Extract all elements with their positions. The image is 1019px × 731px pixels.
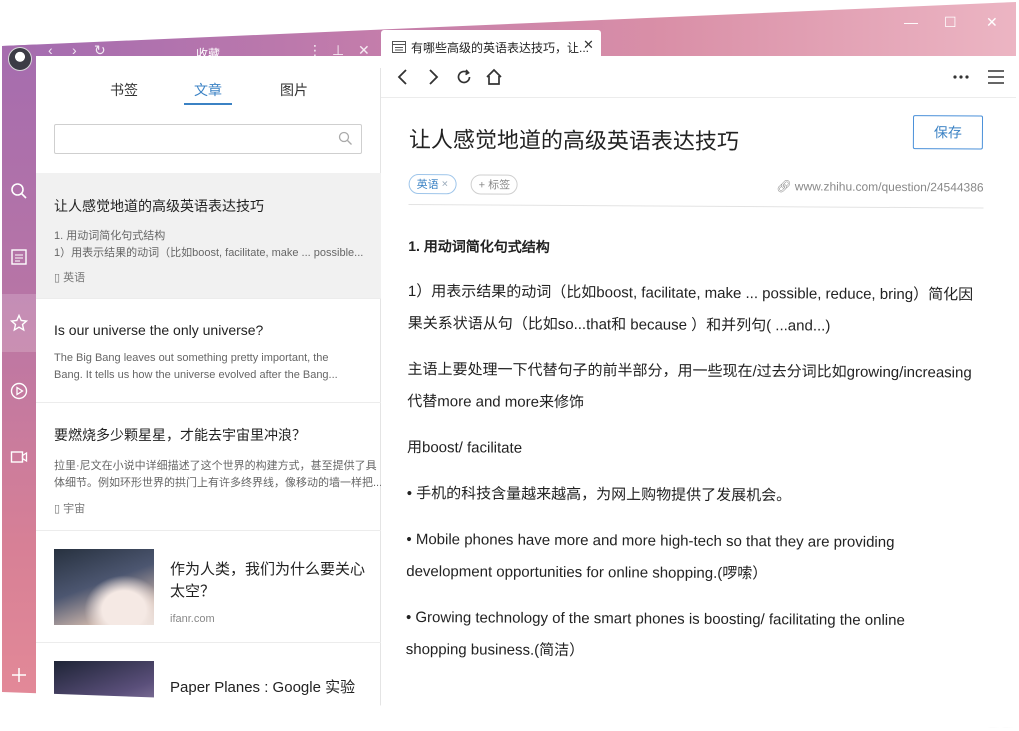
video-icon[interactable] <box>2 440 36 474</box>
paragraph-line: 代替more and more来修饰 <box>407 392 585 412</box>
avatar[interactable] <box>8 47 32 71</box>
article-content: 让人感觉地道的高级英语表达技巧 保存 英语 × + 标签 🔗︎ www.zhih… <box>406 115 984 659</box>
list-item[interactable]: 作为人类，我们为什么要关心 太空？ ifanr.com <box>36 531 381 643</box>
article-snippet: 体细节。例如环形世界的拱门上有许多终界线，像移动的墙一样把... <box>54 477 383 489</box>
article-tag: ▯ 宇宙 <box>54 503 86 515</box>
app-window: ‹ › ↻ 收藏 ⋮ ⊥ ✕ 书签 文章 图片 让人感觉地道的高级英语表达技巧 … <box>2 2 1016 728</box>
article-thumbnail <box>54 661 154 728</box>
sidebar-title: 收藏 <box>195 47 220 61</box>
article-snippet: 1. 用动词简化句式结构 <box>54 230 166 242</box>
search-icon[interactable] <box>2 174 36 208</box>
list-item[interactable]: 让人感觉地道的高级英语表达技巧 1. 用动词简化句式结构 1）用表示结果的动词（… <box>36 173 381 299</box>
nav-bar <box>381 56 1016 98</box>
article-snippet: 1）用表示结果的动词（比如boost, facilitate, make ...… <box>54 247 364 259</box>
paragraph: • Mobile phones have more and more high-… <box>406 524 981 592</box>
divider <box>408 203 984 209</box>
article-title-line: 作为人类，我们为什么要关心 <box>170 561 366 578</box>
tab-images[interactable]: 图片 <box>280 80 308 100</box>
close-window-icon[interactable]: ✕ <box>986 14 998 31</box>
tab-title: 有哪些高级的英语表达技巧，让... <box>411 41 590 55</box>
tag-label: 英语 <box>63 272 86 284</box>
paragraph-line: development opportunities for online sho… <box>406 562 768 583</box>
sidebar-panel: 书签 文章 图片 让人感觉地道的高级英语表达技巧 1. 用动词简化句式结构 1）… <box>36 68 383 728</box>
paragraph-line: shopping business.(简洁） <box>405 640 585 660</box>
maximize-icon[interactable]: ☐ <box>944 14 957 31</box>
list-item[interactable]: Paper Planes : Google 实验 <box>36 643 381 728</box>
article-title: 让人感觉地道的高级英语表达技巧 <box>54 198 264 214</box>
save-button[interactable]: 保存 <box>912 115 984 150</box>
paragraph: 用boost/ facilitate <box>406 438 523 457</box>
paragraph-line: 1）用表示结果的动词（比如boost, facilitate, make ...… <box>407 282 974 304</box>
minimize-icon[interactable]: — <box>904 14 918 30</box>
add-icon[interactable] <box>2 658 36 692</box>
browser-main: 让人感觉地道的高级英语表达技巧 保存 英语 × + 标签 🔗︎ www.zhih… <box>381 56 1016 728</box>
tag-chip[interactable]: 英语 × <box>408 173 457 195</box>
article-snippet: The Big Bang leaves out something pretty… <box>54 352 329 364</box>
add-tag-button[interactable]: + 标签 <box>470 174 519 195</box>
forward-icon[interactable] <box>421 65 445 89</box>
play-icon[interactable] <box>2 374 36 408</box>
paragraph: • 手机的科技含量越来越高，为网上购物提供了发展机会。 <box>406 484 792 505</box>
article-snippet: 拉里·尼文在小说中详细描述了这个世界的构建方式，甚至提供了具 <box>54 460 377 472</box>
section-heading: 1. 用动词简化句式结构 <box>408 237 550 255</box>
article-thumbnail <box>54 549 154 625</box>
tag-chip-label: 英语 <box>416 179 439 192</box>
source-link[interactable]: 🔗︎ www.zhihu.com/question/24544386 <box>776 179 983 194</box>
tab-bookmarks[interactable]: 书签 <box>110 80 138 100</box>
close-tab-icon[interactable]: ✕ <box>583 37 594 53</box>
search-icon[interactable] <box>338 131 353 151</box>
active-tab-indicator <box>184 103 232 105</box>
remove-tag-icon[interactable]: × <box>442 178 449 190</box>
more-vertical-icon[interactable]: ⋮ <box>308 42 322 59</box>
article-title: Is our universe the only universe? <box>54 322 264 338</box>
home-icon[interactable] <box>482 65 506 89</box>
article-snippet: Bang. It tells us how the universe evolv… <box>54 369 338 381</box>
paragraph-line: • Mobile phones have more and more high-… <box>406 530 895 551</box>
tag-label: 宇宙 <box>63 503 86 515</box>
refresh-icon[interactable] <box>452 65 476 89</box>
close-icon[interactable]: ✕ <box>358 42 370 59</box>
list-item[interactable]: Is our universe the only universe? The B… <box>36 299 381 403</box>
article-title: 要燃烧多少颗星星，才能去宇宙里冲浪？ <box>54 427 306 443</box>
star-icon[interactable] <box>2 294 36 352</box>
paragraph: 主语上要处理一下代替句子的前半部分，用一些现在/过去分词比如growing/in… <box>407 354 982 422</box>
paragraph-line: • Growing technology of the smart phones… <box>405 608 905 630</box>
article-title-line: Paper Planes : Google 实验 <box>170 679 356 696</box>
pin-icon[interactable]: ⊥ <box>332 42 344 59</box>
article-body: 1. 用动词简化句式结构 1）用表示结果的动词（比如boost, facilit… <box>406 230 984 684</box>
sidebar-tabs: 书签 文章 图片 <box>36 80 381 110</box>
search-box <box>54 124 362 154</box>
article-title-line: 太空？ <box>170 583 216 600</box>
article-tag: ▯ 英语 <box>54 272 86 284</box>
menu-icon[interactable] <box>984 65 1008 89</box>
paragraph-line: 果关系状语从句（比如so...that和 because ）和并列句( ...a… <box>407 314 831 335</box>
back-icon[interactable] <box>391 65 415 89</box>
paragraph: • Growing technology of the smart phones… <box>406 602 981 670</box>
paragraph: 1）用表示结果的动词（比如boost, facilitate, make ...… <box>408 276 983 344</box>
article-source: ifanr.com <box>170 613 215 625</box>
tab-articles[interactable]: 文章 <box>194 80 222 100</box>
page-title: 让人感觉地道的高级英语表达技巧 <box>408 126 739 155</box>
left-rail <box>2 2 36 728</box>
search-input[interactable] <box>61 126 331 152</box>
news-icon[interactable] <box>2 240 36 274</box>
link-icon: 🔗︎ <box>776 179 792 194</box>
list-item[interactable]: 要燃烧多少颗星星，才能去宇宙里冲浪？ 拉里·尼文在小说中详细描述了这个世界的构建… <box>36 403 383 531</box>
more-horizontal-icon[interactable] <box>949 65 973 89</box>
source-url: www.zhihu.com/question/24544386 <box>794 179 984 195</box>
paragraph-line: 主语上要处理一下代替句子的前半部分，用一些现在/过去分词比如growing/in… <box>407 360 972 382</box>
